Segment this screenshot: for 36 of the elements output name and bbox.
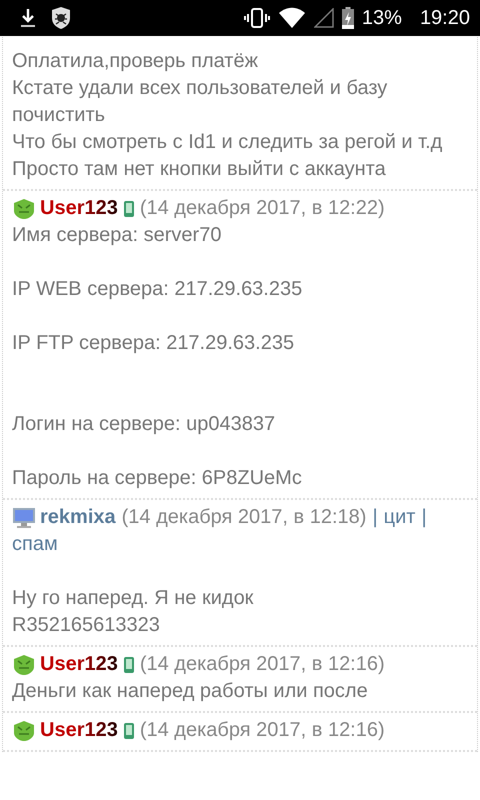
post-time: (14 декабря 2017, в 12:16) bbox=[140, 652, 385, 677]
action-link[interactable]: спам bbox=[12, 531, 58, 558]
message-text: Просто там нет кнопки выйти с аккаунта bbox=[12, 157, 387, 182]
phone-icon bbox=[124, 722, 134, 738]
shield-avatar-icon bbox=[12, 654, 36, 676]
battery-icon bbox=[342, 7, 354, 29]
message-text: IP FTP сервера: 217.29.63.235 bbox=[12, 331, 296, 356]
author-name[interactable]: rekmixa bbox=[40, 504, 116, 531]
clock: 19:20 bbox=[420, 6, 470, 30]
battery-percent: 13% bbox=[362, 6, 402, 30]
message-text: Деньги как наперед работы или после bbox=[12, 679, 369, 704]
vibrate-icon bbox=[244, 7, 270, 29]
phone-icon bbox=[124, 656, 134, 672]
message-text: Оплатила,проверь платёж bbox=[12, 49, 259, 74]
message-text: R352165613323 bbox=[12, 613, 161, 638]
message-text: Имя сервера: server70 bbox=[12, 223, 222, 248]
shield-bug-icon bbox=[50, 6, 72, 30]
message-text: Логин на сервере: up043837 bbox=[12, 412, 276, 437]
download-icon bbox=[18, 7, 38, 29]
post-time: (14 декабря 2017, в 12:18) bbox=[122, 505, 366, 530]
shield-avatar-icon bbox=[12, 198, 36, 220]
action-link[interactable]: цит bbox=[384, 504, 416, 531]
message-text: IP WEB сервера: 217.29.63.235 bbox=[12, 277, 304, 302]
message-text: Кстате удали всех пользователей и базу почистить bbox=[12, 76, 388, 128]
message-text: Ну го наперед. Я не кидок bbox=[12, 586, 254, 611]
shield-avatar-icon bbox=[12, 720, 36, 742]
phone-icon bbox=[124, 200, 134, 216]
message-text: Пароль на сервере: 6P8ZUeMc bbox=[12, 466, 303, 491]
wifi-icon bbox=[278, 7, 306, 29]
computer-icon bbox=[12, 506, 36, 528]
separator: | bbox=[372, 505, 378, 530]
post-time: (14 декабря 2017, в 12:16) bbox=[140, 718, 385, 743]
message-text: Что бы смотреть с Id1 и следить за регой и т.д bbox=[12, 130, 444, 155]
separator: | bbox=[421, 505, 427, 530]
post-time: (14 декабря 2017, в 12:22) bbox=[140, 196, 385, 221]
signal-icon bbox=[314, 8, 334, 28]
